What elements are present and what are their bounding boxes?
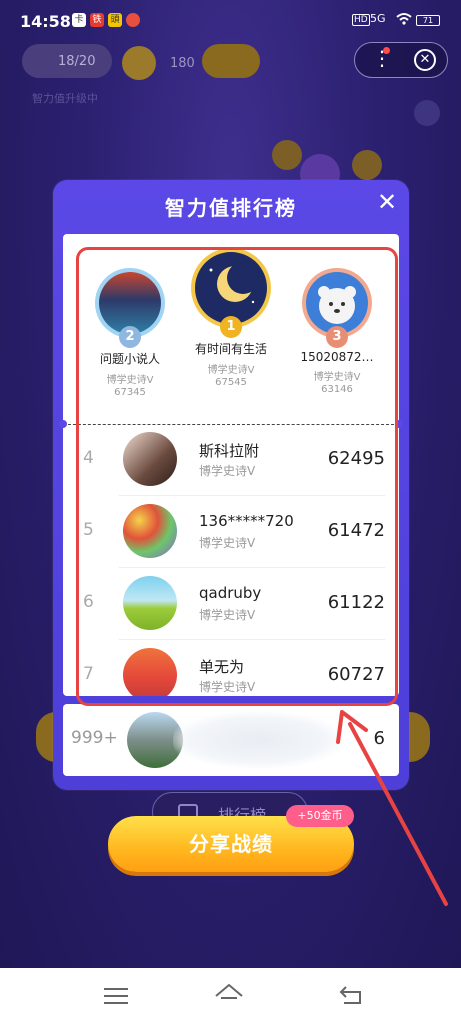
home-icon[interactable] [214, 982, 244, 1008]
menu-icon[interactable] [104, 988, 128, 1004]
navigation-bar [0, 968, 461, 1024]
annotation-arrow [336, 710, 448, 906]
game-background: 14:58 卡 铁 頭 HD 5G 71 18/20 180 智力值升级中 ⋮ … [0, 0, 461, 968]
back-icon[interactable] [338, 984, 364, 1006]
